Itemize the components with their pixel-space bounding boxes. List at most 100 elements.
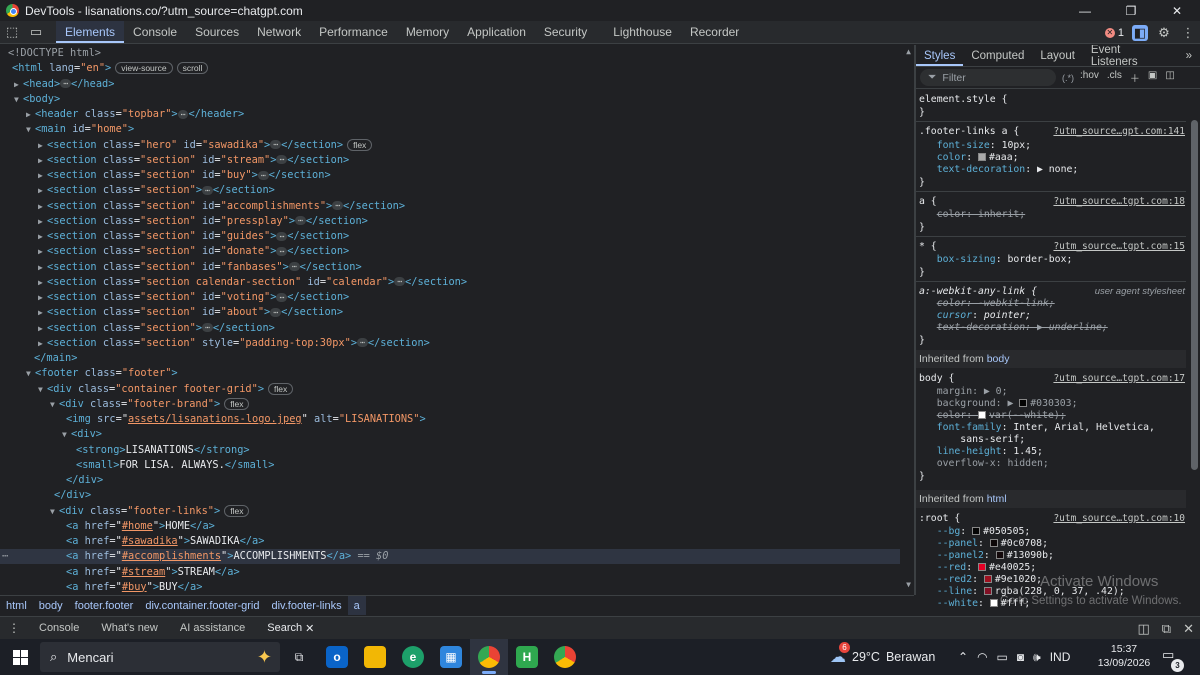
rule-source-link[interactable]: ?utm_source…tgpt.com:15 [1053,241,1185,253]
tab-recorder[interactable]: Recorder [681,21,748,43]
task-view-button[interactable]: ⧉ [280,639,318,675]
taskbar-app-chrome-2[interactable] [546,639,584,675]
brand-div-node[interactable]: ▼ <div> [62,427,102,442]
css-rule-line[interactable]: .footer-links a {?utm_source…gpt.com:141 [919,126,1185,138]
strong-node[interactable]: <strong>LISANATIONS</strong> [76,443,250,458]
footer-brand-node[interactable]: ▼ <div class="footer-brand"> flex [50,397,250,412]
close-button[interactable]: ✕ [1154,0,1200,21]
close-drawer-icon[interactable]: ✕ [1183,621,1194,637]
breadcrumb-item[interactable]: footer.footer [69,596,140,615]
css-rule-line[interactable]: text-decoration: ▶ underline; [919,322,1185,334]
css-rule-line[interactable]: box-sizing: border-box; [919,254,1185,266]
body-node[interactable]: ▼ <body> [14,92,60,107]
head-node[interactable]: ▶ <head> ⋯ </head> [14,77,114,92]
css-rule-line[interactable]: cursor: pointer; [919,310,1185,322]
rule-source-link[interactable]: ?utm_source…tgpt.com:10 [1053,513,1185,525]
section-node[interactable]: ▶ <section class="section" id="guides"> ⋯ <… [38,229,349,244]
css-rule-line[interactable]: text-decoration: ▶ none; [919,164,1185,176]
tab-layout[interactable]: Layout [1032,45,1083,66]
cls-toggle[interactable]: .cls [1107,70,1122,85]
inspect-element-icon[interactable]: ⬚ [0,21,24,43]
html-node[interactable]: <html lang="en"> view-source scroll [12,61,209,76]
elements-tree[interactable]: <!DOCTYPE html> <html lang="en"> view-sour… [0,45,914,595]
css-rule-line[interactable]: font-size: 10px; [919,140,1185,152]
tab-network[interactable]: Network [248,21,310,43]
link-node[interactable]: ⋯ <a href="#accomplishments">ACCOMPLISHME… [0,549,900,565]
css-rule-line[interactable]: background: ▶ #030303; [919,398,1185,410]
dock-side-icon[interactable]: ◫ [1138,621,1150,637]
tab-performance[interactable]: Performance [310,21,397,43]
scrollbar-thumb[interactable] [1191,120,1198,470]
breadcrumb-item[interactable]: div.footer-links [266,596,348,615]
chevron-up-icon[interactable]: ⌃ [958,650,968,664]
css-rule-line[interactable]: :root {?utm_source…tgpt.com:10 [919,513,1185,525]
tab-console[interactable]: Console [124,21,186,43]
regex-toggle-icon[interactable]: (.*) [1062,73,1074,83]
css-rule-line[interactable]: --bg: #050505; [919,526,1185,538]
drawer-tab-console[interactable]: Console [28,617,90,640]
section-node[interactable]: ▶ <section class="hero" id="sawadika"> ⋯ </… [38,138,373,153]
paint-icon[interactable]: ▣ [1148,70,1157,85]
sidebar-toggle-icon[interactable]: ◫ [1165,70,1174,85]
section-node[interactable]: ▶ <section class="section" id="stream"> ⋯ <… [38,153,349,168]
rule-source-link[interactable]: ?utm_source…gpt.com:141 [1053,126,1185,138]
device-toolbar-icon[interactable]: ▭ [24,21,48,43]
camera-icon[interactable]: ◙ [1017,650,1024,664]
css-rule-line[interactable]: } [919,471,1185,483]
tab-styles[interactable]: Styles [916,45,964,66]
css-rule-line[interactable]: a:-webkit-any-link {user agent styleshee… [919,286,1185,298]
taskbar-app-outlook[interactable]: o [318,639,356,675]
tab-event-listeners[interactable]: Event Listeners [1083,45,1178,68]
css-rule-line[interactable]: a {?utm_source…tgpt.com:18 [919,196,1185,208]
error-counter[interactable]: ✕ 1 [1104,27,1124,39]
css-rule-line[interactable]: line-height: 1.45; [919,446,1185,458]
styles-scrollbar[interactable] [1188,90,1200,615]
inherited-link[interactable]: html [987,493,1007,505]
section-node[interactable]: ▶ <section class="section" style="padding… [38,336,430,351]
breadcrumb-item[interactable]: div.container.footer-grid [139,596,265,615]
css-rule-line[interactable]: color: var(--white); [919,410,1185,422]
minimize-button[interactable]: — [1062,0,1108,21]
start-button[interactable] [0,639,40,675]
css-rule-line[interactable]: margin: ▶ 0; [919,386,1185,398]
weather-widget[interactable]: ☁ 6 29°C Berawan [830,639,935,675]
section-node[interactable]: ▶ <section class="section" id="buy"> ⋯ </se… [38,168,331,183]
section-node[interactable]: ▶ <section class="section" id="accomplish… [38,199,405,214]
volume-icon[interactable]: 🕪 [1033,650,1041,665]
wifi-icon[interactable]: ◠ [977,650,987,664]
tab-application[interactable]: Application [458,21,535,43]
header-node[interactable]: ▶ <header class="topbar"> ⋯ </header> [26,107,244,122]
tab-computed[interactable]: Computed [963,45,1032,66]
link-node[interactable]: <a href="#home">HOME</a> [66,519,215,534]
add-rule-icon[interactable]: ＋ [1130,70,1140,85]
section-node[interactable]: ▶ <section class="section" id="donate"> ⋯ <… [38,244,349,259]
css-rule-line[interactable]: element.style { [919,94,1185,106]
battery-icon[interactable]: ▭ [997,650,1008,664]
css-rule-line[interactable]: * {?utm_source…tgpt.com:15 [919,241,1185,253]
more-tabs-icon[interactable]: » [1178,45,1200,66]
section-node[interactable]: ▶ <section class="section calendar-sectio… [38,275,467,290]
styles-filter-input[interactable]: ⏷ Filter [920,69,1056,86]
taskbar-app-edge[interactable]: e [394,639,432,675]
img-node[interactable]: <img src="assets/lisanations-logo.jpeg" … [66,412,426,427]
footer-links-node[interactable]: ▼ <div class="footer-links"> flex [50,504,250,519]
gear-icon[interactable]: ⚙ [1156,25,1172,41]
taskbar-search[interactable]: ⌕ Mencari ✦ [40,642,280,672]
drawer-tab-whats-new[interactable]: What's new [90,617,169,640]
maximize-button[interactable]: ❐ [1108,0,1154,21]
taskbar-app-file-explorer[interactable] [356,639,394,675]
css-rule-line[interactable]: } [919,222,1185,234]
css-rule-line[interactable]: } [919,267,1185,279]
taskbar-clock[interactable]: 15:37 13/09/2026 [1094,642,1154,670]
inherited-link[interactable]: body [987,353,1010,365]
css-rule-line[interactable]: } [919,335,1185,347]
link-node[interactable]: <a href="#stream">STREAM</a> [66,565,240,580]
doctype-line[interactable]: <!DOCTYPE html> [8,46,101,61]
taskbar-app-h[interactable]: H [508,639,546,675]
css-rule-line[interactable]: --panel: #0c0708; [919,538,1185,550]
css-rule-line[interactable]: } [919,177,1185,189]
css-rule-line[interactable]: body {?utm_source…tgpt.com:17 [919,373,1185,385]
breadcrumb-item[interactable]: html [0,596,33,615]
link-node[interactable]: <a href="#buy">BUY</a> [66,580,202,595]
div-close[interactable]: </div> [66,473,103,488]
